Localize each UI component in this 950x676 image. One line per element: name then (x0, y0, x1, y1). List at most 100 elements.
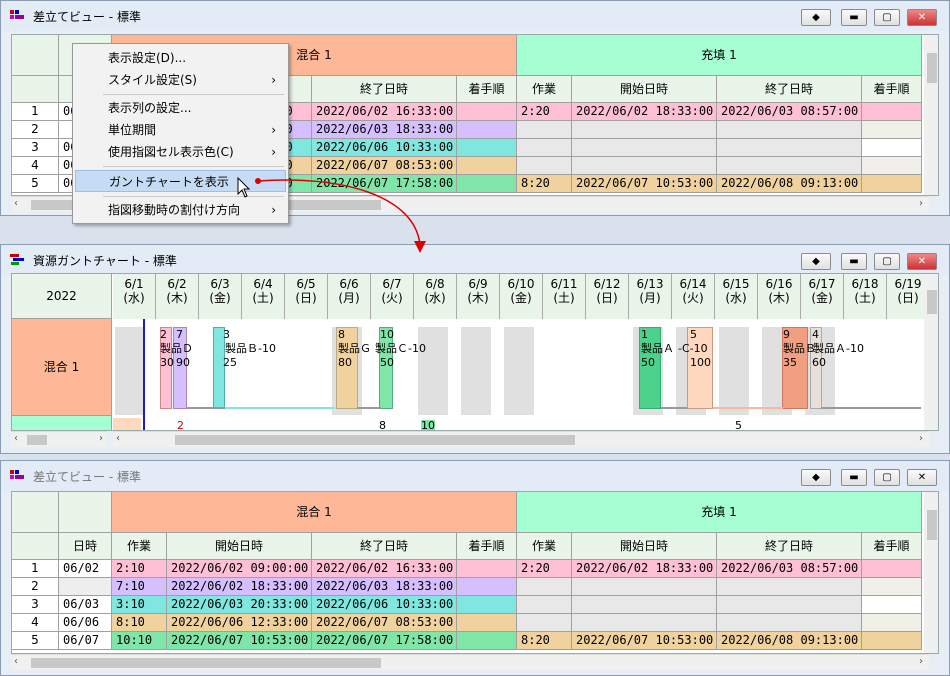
start-cell[interactable]: 2022/06/07 10:53:00 (572, 632, 717, 650)
row-number[interactable]: 4 (12, 614, 59, 632)
end-cell[interactable]: 2022/06/03 18:33:00 (312, 578, 457, 596)
start-cell[interactable]: 2022/06/07 10:53:00 (572, 175, 717, 193)
close-button[interactable]: ✕ (907, 469, 937, 486)
close-button[interactable]: ✕ (907, 9, 937, 26)
date-cell[interactable]: 06/02 (59, 560, 112, 578)
title-bar[interactable]: 資源ガントチャート - 標準 ◆ ▬ ▢ ✕ (1, 245, 949, 275)
order-cell[interactable] (457, 578, 517, 596)
vertical-scrollbar[interactable] (924, 35, 938, 195)
menu-item-display-settings[interactable]: 表示設定(D)... (75, 47, 286, 69)
horizontal-scrollbar[interactable]: ‹ › (11, 654, 929, 670)
order-cell[interactable] (457, 157, 517, 175)
diamond-icon[interactable]: ◆ (801, 469, 831, 486)
menu-item-column-settings[interactable]: 表示列の設定... (75, 97, 286, 119)
end-cell[interactable]: 2022/06/06 10:33:00 (312, 596, 457, 614)
order-cell[interactable] (862, 578, 922, 596)
end-cell[interactable]: 2022/06/08 09:13:00 (717, 175, 862, 193)
order-cell[interactable] (457, 614, 517, 632)
start-cell[interactable]: 2022/06/06 12:33:00 (167, 614, 312, 632)
end-cell[interactable]: 2022/06/06 10:33:00 (312, 139, 457, 157)
row-number[interactable]: 2 (12, 578, 59, 596)
end-cell[interactable] (717, 157, 862, 175)
title-bar[interactable]: 差立てビュー - 標準 ◆ ▬ ▢ ✕ (1, 1, 949, 31)
row-number[interactable]: 3 (12, 139, 59, 157)
date-cell[interactable]: 06/03 (59, 596, 112, 614)
row-number[interactable]: 2 (12, 121, 59, 139)
start-cell[interactable]: 2022/06/07 10:53:00 (167, 632, 312, 650)
work-cell[interactable]: 7:10 (112, 578, 167, 596)
order-cell[interactable] (457, 560, 517, 578)
work-cell[interactable] (517, 578, 572, 596)
start-cell[interactable] (572, 139, 717, 157)
order-cell[interactable] (862, 175, 922, 193)
row-number[interactable]: 4 (12, 157, 59, 175)
work-cell[interactable]: 8:20 (517, 175, 572, 193)
diamond-icon[interactable]: ◆ (801, 9, 831, 26)
order-cell[interactable] (862, 157, 922, 175)
end-cell[interactable]: 2022/06/03 18:33:00 (312, 121, 457, 139)
order-cell[interactable] (862, 596, 922, 614)
work-cell[interactable]: 2:20 (517, 103, 572, 121)
start-cell[interactable]: 2022/06/02 09:00:00 (167, 560, 312, 578)
row-number[interactable]: 5 (12, 632, 59, 650)
end-cell[interactable] (717, 578, 862, 596)
title-bar[interactable]: 差立てビュー - 標準 ◆ ▬ ▢ ✕ (1, 461, 949, 491)
work-cell[interactable] (517, 121, 572, 139)
maximize-button[interactable]: ▢ (874, 253, 900, 270)
end-cell[interactable] (717, 139, 862, 157)
order-cell[interactable] (457, 103, 517, 121)
start-cell[interactable]: 2022/06/02 18:33:00 (167, 578, 312, 596)
work-cell[interactable] (517, 139, 572, 157)
menu-item-unit-period[interactable]: 単位期間 › (75, 119, 286, 141)
close-button[interactable]: ✕ (907, 253, 937, 270)
order-cell[interactable] (862, 139, 922, 157)
minimize-button[interactable]: ▬ (841, 9, 867, 26)
start-cell[interactable]: 2022/06/03 20:33:00 (167, 596, 312, 614)
row-number[interactable]: 1 (12, 560, 59, 578)
end-cell[interactable]: 2022/06/08 09:13:00 (717, 632, 862, 650)
menu-item-cell-color[interactable]: 使用指図セル表示色(C) › (75, 141, 286, 163)
order-cell[interactable] (457, 121, 517, 139)
work-cell[interactable]: 8:10 (112, 614, 167, 632)
end-cell[interactable] (717, 121, 862, 139)
work-cell[interactable]: 3:10 (112, 596, 167, 614)
start-cell[interactable] (572, 121, 717, 139)
order-cell[interactable] (862, 632, 922, 650)
end-cell[interactable]: 2022/06/07 17:58:00 (312, 632, 457, 650)
end-cell[interactable]: 2022/06/03 08:57:00 (717, 560, 862, 578)
maximize-button[interactable]: ▢ (874, 469, 900, 486)
work-cell[interactable] (517, 614, 572, 632)
order-cell[interactable] (457, 632, 517, 650)
work-cell[interactable]: 8:20 (517, 632, 572, 650)
end-cell[interactable] (717, 596, 862, 614)
work-cell[interactable] (517, 596, 572, 614)
end-cell[interactable]: 2022/06/07 08:53:00 (312, 614, 457, 632)
minimize-button[interactable]: ▬ (841, 469, 867, 486)
vertical-scrollbar[interactable] (924, 492, 938, 653)
row-number[interactable]: 5 (12, 175, 59, 193)
start-cell[interactable]: 2022/06/02 18:33:00 (572, 560, 717, 578)
diamond-icon[interactable]: ◆ (801, 253, 831, 270)
end-cell[interactable]: 2022/06/03 08:57:00 (717, 103, 862, 121)
work-cell[interactable]: 2:10 (112, 560, 167, 578)
start-cell[interactable] (572, 157, 717, 175)
end-cell[interactable] (717, 614, 862, 632)
work-cell[interactable]: 2:20 (517, 560, 572, 578)
order-cell[interactable] (862, 614, 922, 632)
end-cell[interactable]: 2022/06/02 16:33:00 (312, 560, 457, 578)
start-cell[interactable] (572, 614, 717, 632)
row-number[interactable]: 3 (12, 596, 59, 614)
start-cell[interactable]: 2022/06/02 18:33:00 (572, 103, 717, 121)
order-cell[interactable] (457, 139, 517, 157)
date-cell[interactable]: 06/06 (59, 614, 112, 632)
minimize-button[interactable]: ▬ (841, 253, 867, 270)
date-cell[interactable]: 06/07 (59, 632, 112, 650)
row-number[interactable]: 1 (12, 103, 59, 121)
horizontal-scrollbar[interactable]: ‹ › (113, 431, 929, 447)
work-cell[interactable] (517, 157, 572, 175)
work-cell[interactable]: 10:10 (112, 632, 167, 650)
start-cell[interactable] (572, 578, 717, 596)
order-cell[interactable] (862, 121, 922, 139)
end-cell[interactable]: 2022/06/07 08:53:00 (312, 157, 457, 175)
start-cell[interactable] (572, 596, 717, 614)
